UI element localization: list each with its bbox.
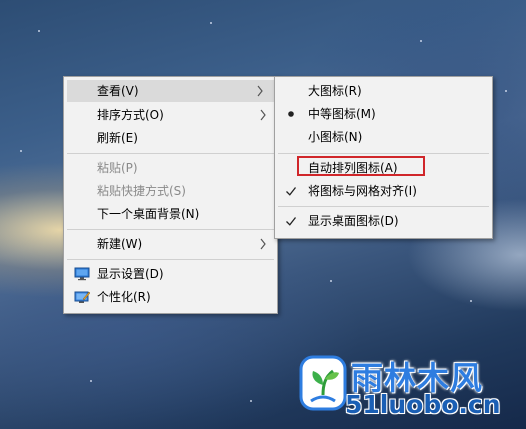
menu-item-label: 显示桌面图标(D) [308, 214, 399, 228]
menu-item-label: 下一个桌面背景(N) [97, 207, 200, 221]
menu-item-label: 粘贴(P) [97, 161, 138, 175]
menu-separator [278, 206, 489, 207]
menu-item-view[interactable]: 查看(V) [67, 80, 274, 102]
watermark-site: 51luobo.cn [345, 390, 501, 419]
annotation-highlight-box [297, 156, 425, 176]
submenu-item-large-icons[interactable]: 大图标(R) [275, 80, 492, 102]
star [20, 150, 22, 152]
star [505, 90, 507, 92]
checkmark-icon [286, 217, 297, 226]
menu-item-sort-by[interactable]: 排序方式(O) [64, 104, 277, 126]
menu-item-label: 新建(W) [97, 237, 143, 251]
chevron-right-icon [257, 85, 263, 97]
menu-item-refresh[interactable]: 刷新(E) [64, 127, 277, 149]
star [470, 300, 472, 302]
chevron-right-icon [260, 238, 266, 250]
menu-item-label: 大图标(R) [308, 84, 362, 98]
chevron-right-icon [260, 109, 266, 121]
bullet-icon [288, 111, 294, 117]
menu-item-label: 粘贴快捷方式(S) [97, 184, 186, 198]
checkmark-icon [286, 187, 297, 196]
submenu-item-small-icons[interactable]: 小图标(N) [275, 126, 492, 148]
menu-item-personalize[interactable]: 个性化(R) [64, 286, 277, 308]
menu-item-display-settings[interactable]: 显示设置(D) [64, 263, 277, 285]
menu-item-label: 排序方式(O) [97, 108, 164, 122]
star [330, 280, 332, 282]
watermark-logo: 雨林木风 51luobo.cn [299, 353, 514, 419]
star [250, 400, 252, 402]
submenu-item-medium-icons[interactable]: 中等图标(M) [275, 103, 492, 125]
menu-separator [278, 153, 489, 154]
menu-item-paste: 粘贴(P) [64, 157, 277, 179]
star [420, 40, 422, 42]
menu-item-paste-shortcut: 粘贴快捷方式(S) [64, 180, 277, 202]
menu-item-label: 显示设置(D) [97, 267, 164, 281]
menu-item-label: 查看(V) [97, 84, 139, 98]
desktop-context-menu: 查看(V) 排序方式(O) 刷新(E) 粘贴(P) 粘贴快捷方式(S) 下一个桌… [63, 76, 278, 314]
personalize-icon [74, 291, 90, 303]
menu-separator [67, 259, 274, 260]
star [210, 22, 212, 24]
menu-item-label: 中等图标(M) [308, 107, 376, 121]
menu-item-new[interactable]: 新建(W) [64, 233, 277, 255]
menu-item-label: 将图标与网格对齐(I) [308, 184, 417, 198]
star [90, 380, 92, 382]
display-settings-icon [74, 267, 90, 281]
menu-item-label: 小图标(N) [308, 130, 363, 144]
menu-separator [67, 153, 274, 154]
menu-item-next-background[interactable]: 下一个桌面背景(N) [64, 203, 277, 225]
submenu-item-align-to-grid[interactable]: 将图标与网格对齐(I) [275, 180, 492, 202]
view-submenu: 大图标(R) 中等图标(M) 小图标(N) 自动排列图标(A) 将图标与网格对齐… [274, 76, 493, 239]
star [38, 30, 40, 32]
menu-item-label: 刷新(E) [97, 131, 138, 145]
menu-separator [67, 229, 274, 230]
leaf-logo-icon [299, 355, 347, 411]
menu-item-label: 个性化(R) [97, 290, 151, 304]
submenu-item-show-desktop-icons[interactable]: 显示桌面图标(D) [275, 210, 492, 232]
